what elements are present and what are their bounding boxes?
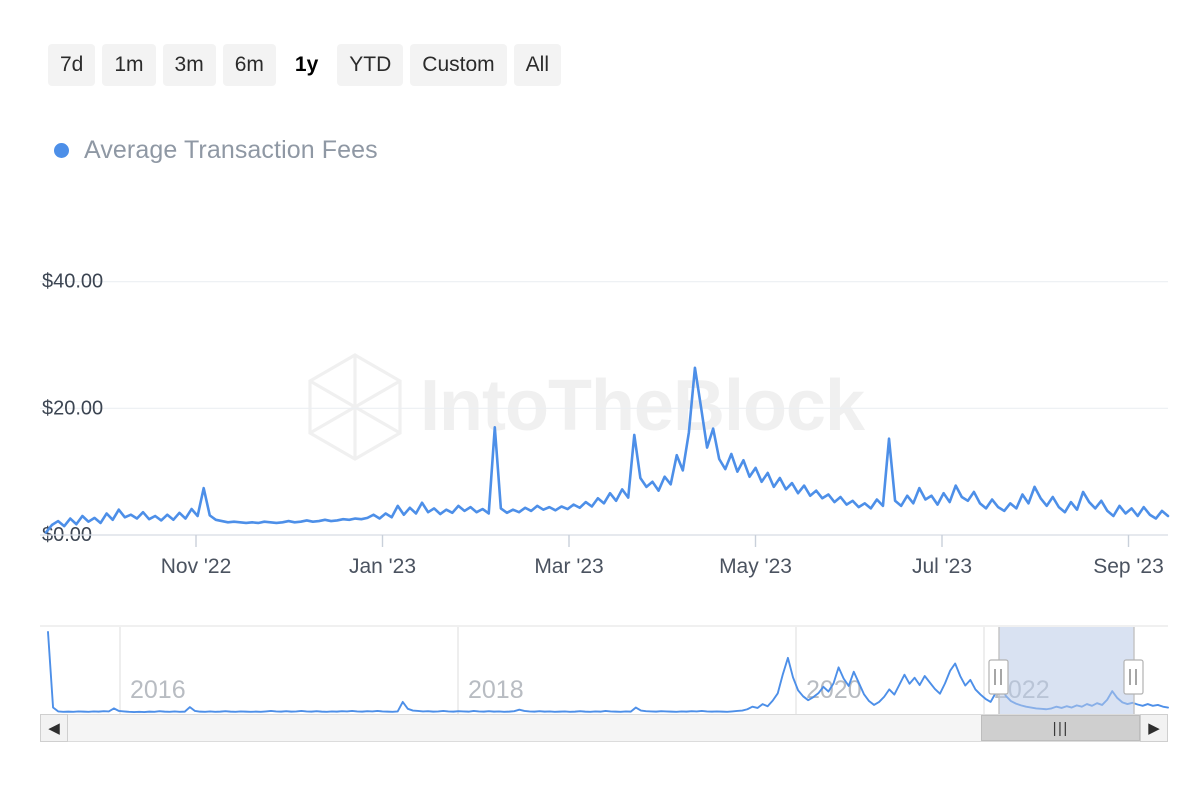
range-button-custom[interactable]: Custom [410,44,507,86]
navigator-scrollbar[interactable]: ◀ ||| ▶ [40,714,1168,742]
range-button-3m[interactable]: 3m [162,44,216,86]
navigator-selected-range[interactable] [999,627,1134,714]
chart-legend: Average Transaction Fees [54,136,378,165]
scroll-left-arrow-icon[interactable]: ◀ [40,714,68,742]
scroll-right-arrow-icon[interactable]: ▶ [1140,714,1168,742]
main-chart-svg[interactable]: IntoTheBlock $0.00$20.00$40.00 Nov '22 Ja… [0,230,1200,600]
y-axis-tick-label: $20.00 [42,397,103,419]
scrollbar-track[interactable]: ||| [68,714,1140,742]
navigator-svg[interactable]: 2016201820202022 [0,618,1200,718]
y-axis-tick-label: $40.00 [42,271,103,293]
scrollbar-grip-icon: ||| [1052,719,1069,737]
chart-page: 7d 1m 3m 6m 1y YTD Custom All Average Transacti… [0,0,1200,800]
nav-handle-right[interactable] [1123,659,1144,695]
range-button-7d[interactable]: 7d [48,44,96,86]
x-axis-tick-label: Mar '23 [534,555,603,578]
x-axis-tick-label: Jan '23 [349,555,416,578]
scrollbar-thumb[interactable]: ||| [981,715,1140,741]
legend-item-label[interactable]: Average Transaction Fees [84,136,378,165]
watermark: IntoTheBlock [308,353,867,461]
x-axis-tick-label: Nov '22 [161,555,232,578]
legend-dot-icon [54,143,69,158]
x-axis-tick-label: May '23 [719,555,792,578]
x-axis-tick-label: Jul '23 [912,555,972,578]
range-button-6m[interactable]: 6m [222,44,276,86]
navigator-year-label: 2016 [130,676,186,704]
x-axis: Nov '22 Jan '23 Mar '23 May '23 Jul '23 Sep '… [161,535,1164,578]
x-axis-tick-label: Sep '23 [1093,555,1164,578]
navigator-year-label: 2018 [468,676,524,704]
nav-handle-left[interactable] [988,659,1009,695]
range-selector: 7d 1m 3m 6m 1y YTD Custom All [48,44,561,86]
y-axis: $0.00$20.00$40.00 [40,271,1168,546]
watermark-logo-icon [308,353,402,461]
watermark-text: IntoTheBlock [420,366,866,446]
range-button-all[interactable]: All [513,44,561,86]
navigator-year-axis: 2016201820202022 [119,627,1050,714]
main-chart[interactable]: IntoTheBlock $0.00 $20.00 $40.00 Nov '22 Ja… [0,230,1200,600]
range-button-1y[interactable]: 1y [282,44,331,86]
range-button-1m[interactable]: 1m [102,44,156,86]
chart-navigator[interactable]: 2016201820202022 [0,618,1200,718]
range-button-ytd[interactable]: YTD [337,44,404,86]
